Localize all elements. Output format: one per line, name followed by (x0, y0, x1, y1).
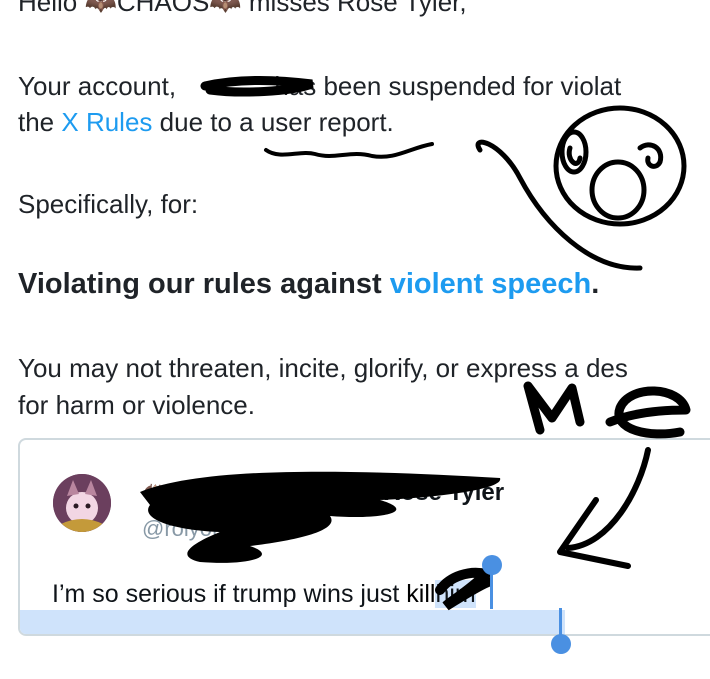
rule-suffix: . (591, 268, 600, 300)
rule-prefix: Violating our rules against (18, 268, 390, 300)
redacted-account-name: rolyotal (183, 71, 268, 101)
policy-text-1: You may not threaten, incite, glorify, o… (18, 353, 628, 383)
violent-speech-link[interactable]: violent speech (390, 268, 591, 300)
x-rules-link[interactable]: X Rules (61, 107, 152, 137)
post-text-before: I’m so serious if trump wins just (52, 580, 407, 608)
policy-line-1: You may not threaten, incite, glorify, o… (18, 352, 628, 384)
greeting-text: Hello 🦇CHAOS🦇 misses Rose Tyler, (18, 0, 467, 18)
me-annotation (523, 381, 691, 439)
underline-squiggle (264, 142, 434, 159)
avatar[interactable] (53, 474, 111, 532)
specifically-label: Specifically, for: (18, 189, 199, 219)
rule-heading: Violating our rules against violent spee… (18, 266, 599, 302)
suspension-line-1: Your account, rolyotal has been suspende… (18, 70, 621, 102)
text-selection-highlight (20, 610, 565, 634)
policy-text-2: for harm or violence. (18, 390, 255, 420)
post-text-selected[interactable]: him (435, 580, 476, 608)
suspension-prefix: Your account, (18, 71, 184, 101)
the-prefix: the (18, 107, 62, 137)
suspension-line-2: the X Rules due to a user report. (18, 106, 394, 138)
policy-line-2: for harm or violence. (18, 389, 255, 421)
face-doodle-icon (475, 105, 687, 271)
post-author-handle: @rolyotal (142, 516, 236, 541)
avatar-image (53, 474, 111, 532)
post-text-redacted: kill (406, 580, 436, 608)
specifically-text: Specifically, for: (18, 188, 198, 220)
post-text[interactable]: I’m so serious if trump wins just killhi… (52, 578, 476, 610)
greeting-label: Hello 🦇CHAOS🦇 misses Rose Tyler, (18, 0, 467, 17)
user-report-text: due to a user report. (152, 107, 394, 137)
quoted-post-card[interactable]: 🦇CHAOS🦇 misses Rose Tyler @rolyotal I’m … (18, 438, 710, 636)
post-author-name: 🦇CHAOS🦇 misses Rose Tyler (142, 479, 505, 506)
suspension-middle: has been suspended for violat (267, 71, 622, 101)
